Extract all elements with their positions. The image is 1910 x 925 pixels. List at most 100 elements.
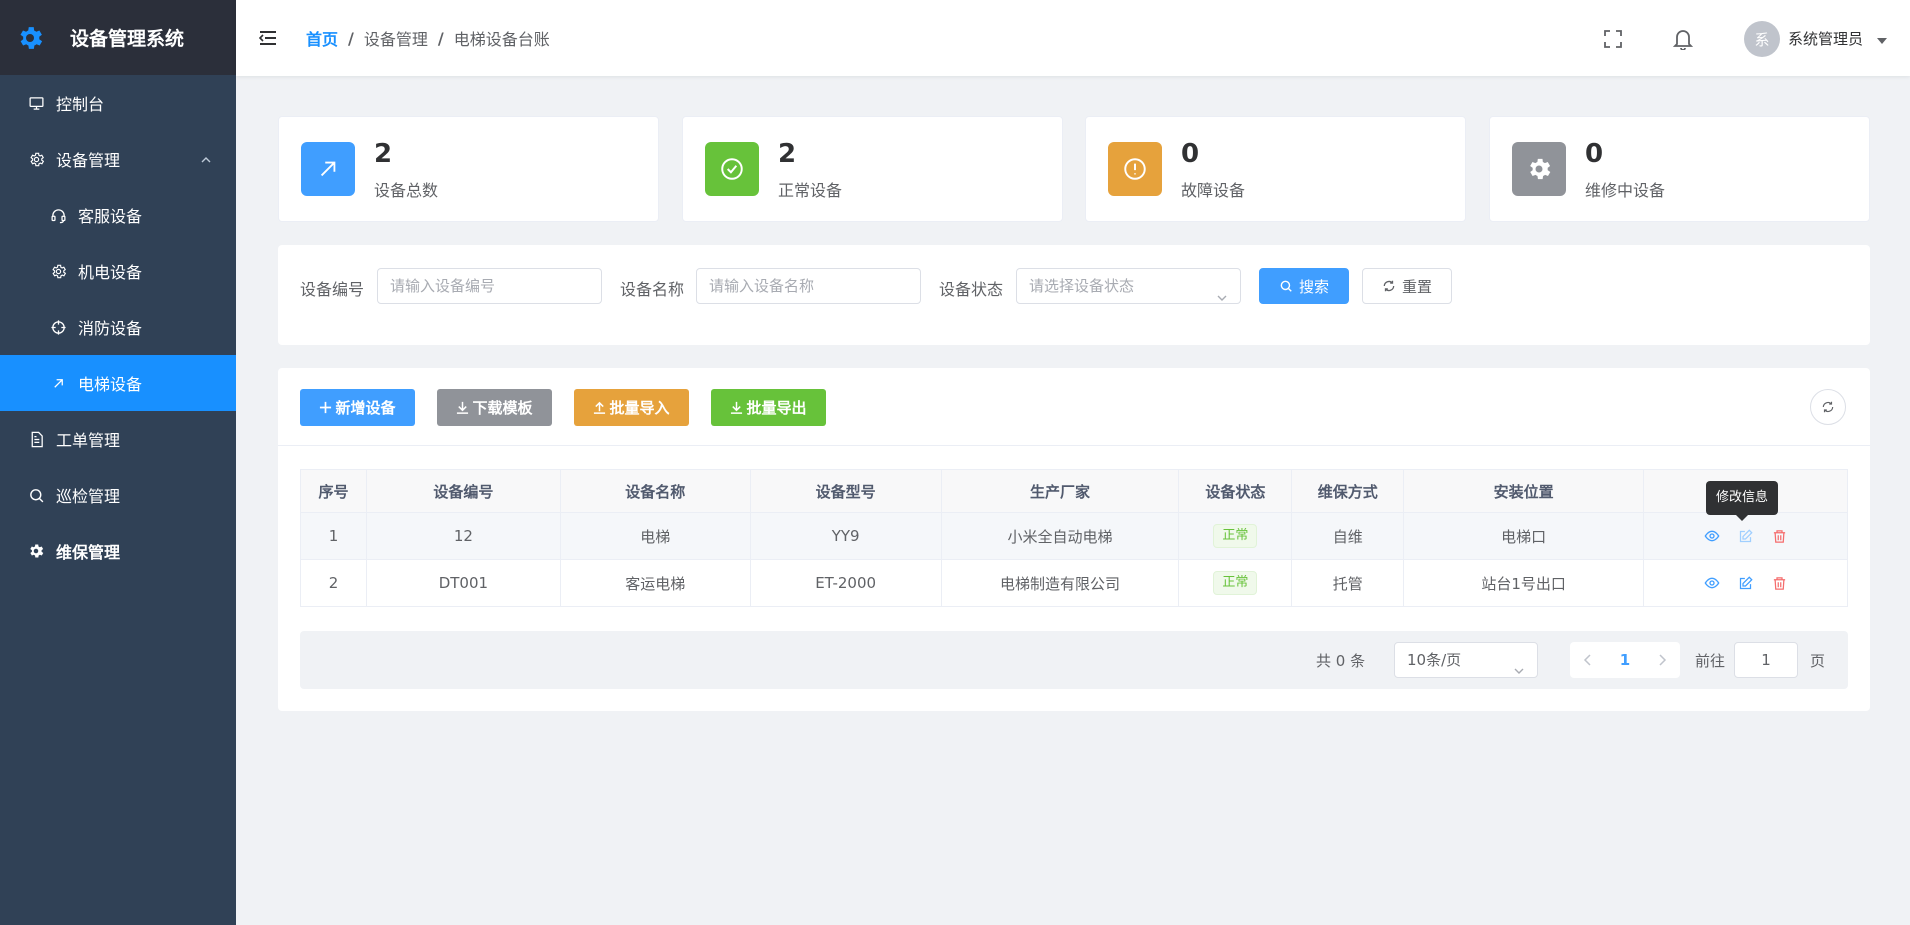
stat-value: 0 [1181, 139, 1200, 169]
status-badge: 正常 [1213, 524, 1258, 548]
column-header: 设备编号 [365, 469, 561, 513]
arrow-up-right-icon [301, 142, 355, 196]
cell-status: 正常 [1178, 512, 1293, 560]
plus-icon [319, 401, 332, 414]
download-template-button[interactable]: 下载模板 [437, 389, 552, 426]
chevron-down-icon [1216, 281, 1228, 315]
pagination: 共 0 条 10条/页 1 前往 1 页 [300, 631, 1848, 689]
stat-value: 2 [778, 139, 797, 169]
sidebar-item-label: 客服设备 [78, 207, 143, 226]
goto-page-input[interactable]: 1 [1734, 642, 1798, 678]
cell-index: 1 [300, 512, 367, 560]
sidebar-item-label: 机电设备 [78, 263, 143, 282]
delete-icon[interactable] [1771, 527, 1789, 545]
cell-code: DT001 [365, 559, 561, 607]
breadcrumb: 首页 / 设备管理 / 电梯设备台账 [306, 26, 550, 50]
cell-actions [1643, 559, 1848, 607]
cell-name: 电梯 [559, 512, 751, 560]
sidebar-item-label: 工单管理 [56, 431, 121, 450]
fullscreen-icon[interactable] [1601, 27, 1625, 51]
username[interactable]: 系统管理员 [1788, 28, 1863, 49]
cell-location: 电梯口 [1403, 512, 1645, 560]
gear-icon [48, 261, 68, 281]
delete-icon[interactable] [1771, 574, 1789, 592]
current-page[interactable]: 1 [1620, 651, 1630, 669]
edit-icon[interactable] [1737, 574, 1755, 592]
view-icon[interactable] [1703, 527, 1721, 545]
app-logo: 设备管理系统 [0, 0, 236, 75]
column-header: 生产厂家 [940, 469, 1180, 513]
page-suffix: 页 [1810, 652, 1826, 670]
cell-status: 正常 [1178, 559, 1293, 607]
batch-import-button[interactable]: 批量导入 [574, 389, 689, 426]
sidebar-item-fire-devices[interactable]: 消防设备 [0, 299, 236, 355]
breadcrumb-home[interactable]: 首页 [306, 26, 338, 50]
download-icon [456, 401, 469, 414]
batch-export-button[interactable]: 批量导出 [711, 389, 826, 426]
sidebar-item-label: 电梯设备 [78, 375, 143, 394]
sidebar-item-inspection[interactable]: 巡检管理 [0, 467, 236, 523]
stat-card-repair: 0 维修中设备 [1489, 116, 1870, 222]
breadcrumb-item: 设备管理 [363, 30, 428, 49]
prev-page-icon[interactable] [1583, 654, 1593, 666]
search-icon [1279, 279, 1293, 293]
column-header: 设备状态 [1178, 469, 1293, 513]
gear-filled-icon [26, 541, 46, 561]
avatar[interactable]: 系 [1744, 21, 1780, 57]
edit-icon[interactable] [1737, 527, 1755, 545]
arrow-up-right-icon [48, 373, 68, 393]
sidebar-item-device-management[interactable]: 设备管理 [0, 131, 236, 187]
breadcrumb-separator: / [437, 28, 444, 48]
stat-label: 故障设备 [1181, 181, 1246, 200]
gear-logo-icon [14, 22, 46, 54]
sidebar-item-elevator-devices[interactable]: 电梯设备 [0, 355, 236, 411]
search-icon [26, 485, 46, 505]
top-header: 首页 / 设备管理 / 电梯设备台账 系 系统管理员 [236, 0, 1910, 76]
table-row: 1 12 电梯 YY9 小米全自动电梯 正常 自维 电梯口 [300, 512, 1848, 560]
sidebar-item-electromechanical[interactable]: 机电设备 [0, 243, 236, 299]
cell-maker: 电梯制造有限公司 [940, 559, 1180, 607]
device-status-select[interactable]: 请选择设备状态 [1016, 268, 1241, 304]
pager-nav: 1 [1570, 642, 1680, 678]
crosshair-icon [48, 317, 68, 337]
check-circle-icon [705, 142, 759, 196]
batch-export-label: 批量导出 [746, 399, 807, 417]
device-name-input[interactable] [696, 268, 921, 304]
bell-icon[interactable] [1671, 27, 1695, 51]
device-code-input[interactable] [377, 268, 602, 304]
cell-name: 客运电梯 [559, 559, 751, 607]
breadcrumb-separator: / [348, 28, 354, 48]
column-header: 维保方式 [1291, 469, 1405, 513]
stat-value: 0 [1585, 139, 1604, 169]
app-title: 设备管理系统 [70, 28, 185, 50]
stat-card-total: 2 设备总数 [278, 116, 659, 222]
sidebar-item-maintenance[interactable]: 维保管理 [0, 523, 236, 579]
next-page-icon[interactable] [1657, 654, 1667, 666]
add-device-button[interactable]: 新增设备 [300, 389, 415, 426]
sidebar-item-label: 消防设备 [78, 319, 143, 338]
menu-fold-icon[interactable] [256, 26, 280, 50]
cell-code: 12 [365, 512, 561, 560]
sidebar-item-service-devices[interactable]: 客服设备 [0, 187, 236, 243]
caret-down-icon[interactable] [1876, 31, 1888, 50]
search-button[interactable]: 搜索 [1259, 268, 1349, 304]
page-size-select[interactable]: 10条/页 [1394, 642, 1538, 678]
reset-button-label: 重置 [1401, 277, 1432, 296]
column-header: 安装位置 [1403, 469, 1645, 513]
device-status-label: 设备状态 [939, 280, 1004, 299]
sidebar-item-label: 控制台 [56, 95, 105, 114]
search-button-label: 搜索 [1298, 277, 1329, 296]
reset-button[interactable]: 重置 [1362, 268, 1452, 304]
refresh-icon [1382, 279, 1396, 293]
sidebar-item-work-orders[interactable]: 工单管理 [0, 411, 236, 467]
stat-card-normal: 2 正常设备 [682, 116, 1063, 222]
sidebar-item-label: 维保管理 [56, 543, 121, 562]
refresh-table-button[interactable] [1810, 389, 1846, 425]
breadcrumb-current: 电梯设备台账 [453, 30, 550, 49]
sidebar-item-console[interactable]: 控制台 [0, 75, 236, 131]
view-icon[interactable] [1703, 574, 1721, 592]
headset-icon [48, 205, 68, 225]
upload-icon [593, 401, 606, 414]
cell-maintenance: 自维 [1291, 512, 1405, 560]
edit-tooltip: 修改信息 [1706, 481, 1779, 521]
